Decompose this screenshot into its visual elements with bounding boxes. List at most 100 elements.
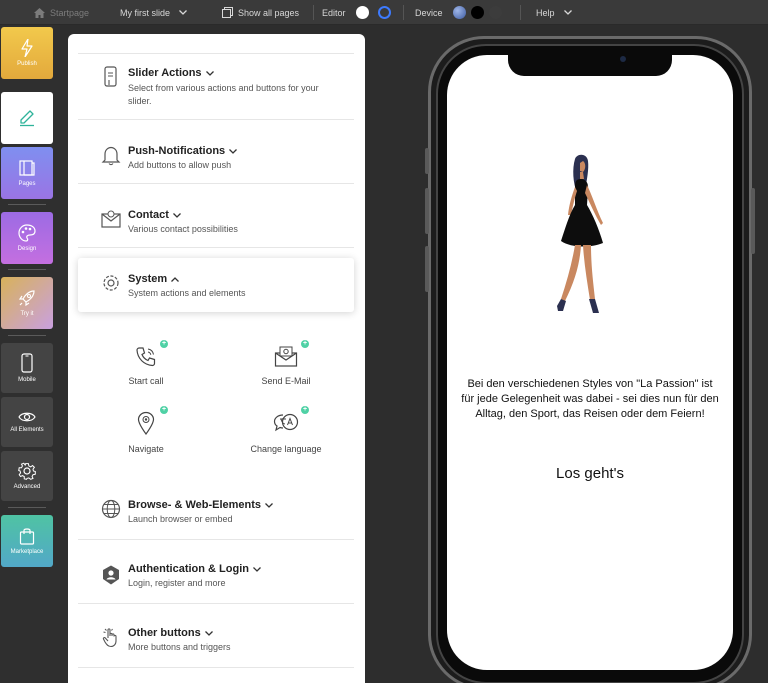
try-it-button[interactable]: Try it	[1, 277, 53, 329]
fashion-woman-illustration	[557, 154, 603, 313]
chevron-down-icon	[563, 10, 572, 15]
design-label: Design	[17, 246, 37, 252]
pencil-icon	[20, 110, 34, 127]
category-title: Other buttons	[128, 627, 213, 639]
category-title: Slider Actions	[128, 67, 214, 79]
gear-icon	[18, 462, 36, 480]
startpage-label: Startpage	[50, 7, 90, 18]
send-email-label: Send E-Mail	[261, 376, 311, 386]
palette-icon	[18, 224, 36, 242]
add-icon[interactable]: +	[160, 340, 168, 348]
category-other-buttons[interactable]: Other buttons More buttons and triggers	[78, 604, 354, 668]
editor-label: Editor	[322, 7, 346, 18]
device-color-gray[interactable]	[488, 6, 502, 19]
eye-icon	[18, 412, 36, 422]
device-color-black[interactable]	[470, 6, 484, 19]
add-icon[interactable]: +	[301, 340, 309, 348]
help-label: Help	[536, 7, 555, 18]
advanced-button[interactable]: Advanced	[1, 451, 53, 501]
mobile-button[interactable]: Mobile	[1, 343, 53, 393]
mute-switch	[425, 148, 429, 174]
envelope-icon	[101, 210, 121, 228]
category-browse-web[interactable]: Browse- & Web-Elements Launch browser or…	[78, 476, 354, 540]
category-push-notifications[interactable]: Push-Notifications Add buttons to allow …	[78, 120, 354, 184]
chevron-down-icon	[229, 148, 238, 154]
start-call-item[interactable]: + Start call	[81, 340, 211, 386]
navigate-label: Navigate	[128, 444, 164, 454]
design-button[interactable]: Design	[1, 212, 53, 264]
bell-icon	[101, 146, 121, 166]
device-toggle: Device	[415, 0, 502, 25]
push-notifications-title: Push-Notifications	[128, 145, 226, 157]
startpage-link[interactable]: Startpage	[34, 0, 89, 25]
category-slider-actions[interactable]: Slider Actions Select from various actio…	[78, 56, 354, 120]
globe-icon	[101, 499, 121, 519]
category-authentication[interactable]: Authentication & Login Login, register a…	[78, 540, 354, 604]
slider-actions-title: Slider Actions	[128, 67, 202, 79]
rocket-icon	[18, 290, 35, 307]
all-elements-label: All Elements	[10, 427, 44, 433]
category-title: Contact	[128, 209, 181, 221]
pages-button[interactable]: Pages	[1, 147, 53, 199]
start-call-label: Start call	[128, 376, 164, 386]
send-email-item[interactable]: + Send E-Mail	[221, 340, 351, 386]
phone-notch	[508, 54, 672, 76]
push-notifications-desc: Add buttons to allow push	[128, 160, 232, 170]
editor-toggle: Editor	[322, 0, 391, 25]
email-at-icon	[274, 346, 298, 367]
mobile-phone-icon	[21, 353, 33, 373]
user-shield-icon	[103, 565, 119, 585]
hand-tap-icon	[102, 628, 117, 648]
rail-divider	[8, 204, 46, 205]
shopping-bag-icon	[19, 528, 35, 545]
editor-dark-option[interactable]	[377, 6, 391, 19]
add-icon[interactable]: +	[160, 406, 168, 414]
left-rail: Publish Pages Design Try it Mobile All E…	[0, 25, 60, 683]
chevron-down-icon	[265, 502, 274, 508]
rail-divider	[8, 269, 46, 270]
category-contact[interactable]: Contact Various contact possibilities	[78, 184, 354, 248]
category-title: System	[128, 273, 180, 285]
editor-light-option[interactable]	[355, 6, 369, 19]
top-bar: Startpage My first slide Show all pages …	[0, 0, 768, 25]
mobile-label: Mobile	[18, 377, 36, 383]
other-buttons-title: Other buttons	[128, 627, 201, 639]
slide-select-label: My first slide	[120, 7, 171, 18]
contact-title: Contact	[128, 209, 169, 221]
panel-top-divider	[78, 34, 354, 54]
divider	[403, 5, 404, 20]
browse-web-desc: Launch browser or embed	[128, 514, 233, 524]
phone-screen[interactable]	[447, 55, 733, 670]
other-buttons-desc: More buttons and triggers	[128, 642, 231, 652]
pages-icon	[222, 7, 233, 18]
add-icon[interactable]: +	[301, 406, 309, 414]
edit-button[interactable]	[1, 92, 53, 144]
lightning-icon	[21, 39, 33, 57]
phone-touch-icon	[104, 66, 117, 87]
chevron-down-icon	[172, 212, 181, 218]
phone-call-icon	[136, 347, 156, 367]
all-elements-button[interactable]: All Elements	[1, 397, 53, 447]
chevron-up-icon	[171, 276, 180, 282]
publish-label: Publish	[17, 61, 37, 67]
category-system[interactable]: System System actions and elements	[78, 258, 354, 312]
slide-caption[interactable]: Bei den verschiedenen Styles von "La Pas…	[460, 377, 720, 422]
device-label: Device	[415, 7, 443, 18]
gear-icon	[103, 275, 119, 291]
contact-desc: Various contact possibilities	[128, 224, 238, 234]
help-menu[interactable]: Help	[536, 0, 572, 25]
system-desc: System actions and elements	[128, 288, 246, 298]
cta-text[interactable]: Los geht's	[460, 465, 720, 482]
marketplace-button[interactable]: Marketplace	[1, 515, 53, 567]
slide-select[interactable]: My first slide	[120, 0, 187, 25]
change-language-item[interactable]: + Change language	[221, 406, 351, 454]
device-color-blue[interactable]	[452, 6, 466, 19]
publish-button[interactable]: Publish	[1, 27, 53, 79]
advanced-label: Advanced	[13, 484, 41, 490]
chevron-down-icon	[204, 630, 213, 636]
show-all-pages-button[interactable]: Show all pages	[222, 0, 299, 25]
divider	[520, 5, 521, 20]
category-title: Browse- & Web-Elements	[128, 499, 274, 511]
home-icon	[34, 7, 45, 18]
navigate-item[interactable]: + Navigate	[81, 406, 211, 454]
